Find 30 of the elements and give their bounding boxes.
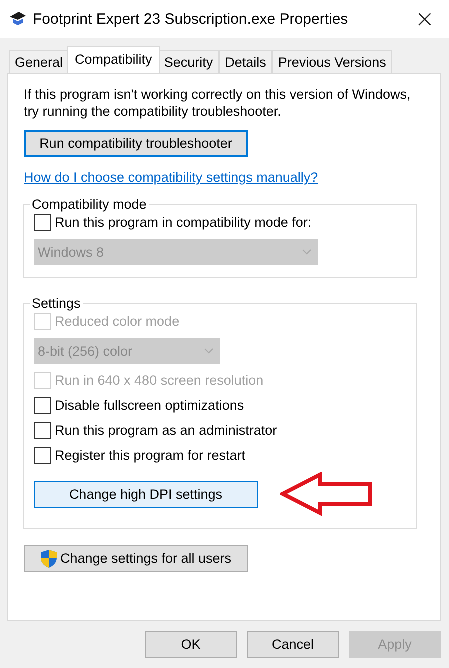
app-icon bbox=[9, 11, 27, 27]
dpi-settings-button[interactable]: Change high DPI settings bbox=[34, 480, 258, 508]
tab[interactable]: Security bbox=[158, 50, 220, 73]
shield-icon bbox=[40, 548, 58, 568]
checkbox[interactable] bbox=[34, 422, 51, 439]
chevron-down-icon bbox=[204, 348, 214, 354]
checkbox-label: Run this program as an administrator bbox=[55, 423, 278, 438]
all-users-button[interactable]: Change settings for all users bbox=[24, 545, 248, 572]
checkbox[interactable] bbox=[34, 397, 51, 414]
tab[interactable]: Compatibility bbox=[67, 46, 160, 73]
dialog-button[interactable]: Cancel bbox=[247, 631, 339, 658]
tab[interactable]: General bbox=[9, 50, 70, 73]
help-link[interactable]: How do I choose compatibility settings manually? bbox=[24, 170, 318, 185]
window-title: Footprint Expert 23 Subscription.exe Properties bbox=[33, 10, 350, 28]
dialog-button[interactable]: OK bbox=[145, 631, 237, 658]
group-title: Settings bbox=[31, 296, 82, 311]
checkbox-label: Register this program for restart bbox=[55, 448, 246, 463]
tab[interactable]: Details bbox=[219, 50, 272, 73]
troubleshooter-button[interactable]: Run compatibility troubleshooter bbox=[24, 130, 248, 157]
checkbox[interactable] bbox=[34, 214, 51, 231]
intro-text: If this program isn't working correctly on this version of Windows, try running the compatibility troubleshooter. bbox=[24, 86, 412, 120]
close-button[interactable]: × bbox=[410, 7, 439, 31]
checkbox-label: Run this program in compatibility mode for: bbox=[55, 215, 312, 230]
group-title: Compatibility mode bbox=[31, 197, 148, 212]
checkbox-label: Run in 640 x 480 screen resolution bbox=[55, 373, 264, 388]
chevron-down-icon bbox=[302, 249, 312, 255]
checkbox-label: Disable fullscreen optimizations bbox=[55, 398, 244, 413]
tab[interactable]: Previous Versions bbox=[272, 50, 392, 73]
checkbox-label: Reduced color mode bbox=[55, 314, 180, 329]
checkbox[interactable] bbox=[34, 447, 51, 464]
